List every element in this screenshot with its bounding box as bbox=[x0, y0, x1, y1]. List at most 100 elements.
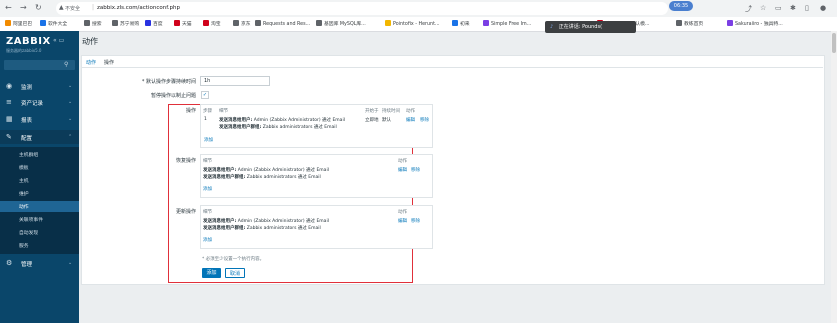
search-icon[interactable]: ⚲ bbox=[64, 61, 68, 68]
bookmark-item[interactable]: 淘宝 bbox=[203, 20, 221, 27]
col-action: 动作 bbox=[398, 159, 407, 164]
bookmark-item[interactable]: 教练首页 bbox=[676, 20, 703, 27]
op-start: 立即地 bbox=[365, 118, 379, 123]
bookmark-icon bbox=[483, 20, 489, 26]
recovery-label: 恢复操作 bbox=[175, 158, 196, 164]
add-button[interactable]: 添加 bbox=[202, 268, 221, 278]
forward-icon[interactable]: → bbox=[20, 3, 27, 12]
op-detail-line2: 发送消息给用户群组: Zabbix administrators 通过 Emai… bbox=[219, 125, 337, 130]
menu-configuration[interactable]: ✎ 配置 ⌃ bbox=[0, 130, 79, 144]
star-icon[interactable]: ☆ bbox=[760, 4, 766, 12]
bookmark-item[interactable]: 天猫 bbox=[174, 20, 192, 27]
chevron-down-icon: ⌄ bbox=[68, 260, 73, 266]
bookmark-item[interactable]: 百度 bbox=[145, 20, 163, 27]
extension-icon[interactable]: ▭ bbox=[775, 4, 782, 12]
bookmark-icon bbox=[385, 20, 391, 26]
bookmark-item[interactable]: Sakuraiiro - 独具特... bbox=[727, 20, 783, 27]
bookmark-icon bbox=[40, 20, 46, 26]
wrench-icon: ✎ bbox=[6, 133, 12, 141]
col-step: 步骤 bbox=[203, 109, 212, 114]
bookmark-item[interactable]: 苏宁易购 bbox=[112, 20, 139, 27]
bookmark-label: 苏宁易购 bbox=[120, 22, 140, 27]
bookmark-label: 教练首页 bbox=[684, 22, 704, 27]
col-details: 细节 bbox=[203, 210, 212, 215]
bookmark-label: 百度 bbox=[153, 22, 163, 27]
bookmark-label: 京东 bbox=[241, 22, 251, 27]
bookmark-item[interactable]: Pointofix - Herunt... bbox=[385, 20, 440, 27]
bookmark-item[interactable]: 软件大全 bbox=[40, 20, 67, 27]
menu-administration[interactable]: ⚙ 管理 ⌄ bbox=[0, 256, 79, 270]
reload-icon[interactable]: ↻ bbox=[35, 3, 42, 12]
col-details: 细节 bbox=[203, 159, 212, 164]
rec-remove-link[interactable]: 移除 bbox=[411, 167, 420, 173]
menu-reports[interactable]: ▦ 报表 ⌄ bbox=[0, 112, 79, 126]
op-add-link[interactable]: 添加 bbox=[204, 137, 213, 143]
submenu-templates[interactable]: 模板 bbox=[19, 164, 29, 171]
bookmark-item[interactable]: 京东 bbox=[233, 20, 251, 27]
menu-monitoring[interactable]: ◉ 监测 ⌄ bbox=[0, 79, 79, 93]
bookmark-label: 基因库 MySQL库... bbox=[324, 22, 366, 27]
puzzle-icon[interactable]: ✱ bbox=[790, 4, 796, 12]
chevron-down-icon: ⌄ bbox=[68, 99, 73, 105]
submenu-maintenance[interactable]: 维护 bbox=[19, 190, 29, 197]
url-text[interactable]: zabbix.zls.com/actionconf.php bbox=[97, 5, 180, 11]
bookmark-icon bbox=[233, 20, 239, 26]
submenu-actions[interactable]: 动作 bbox=[19, 203, 29, 210]
zabbix-logo[interactable]: ZABBIX bbox=[6, 36, 51, 47]
bookmark-item[interactable]: Requests and Res... bbox=[255, 20, 310, 27]
op-remove-link[interactable]: 移除 bbox=[420, 117, 429, 123]
submenu-host-groups[interactable]: 主机群组 bbox=[19, 151, 38, 158]
chart-icon: ▦ bbox=[6, 115, 13, 123]
bookmark-item[interactable]: 初来 bbox=[452, 20, 470, 27]
url-security-label: 不安全 bbox=[65, 6, 81, 12]
url-divider: | bbox=[92, 4, 95, 11]
time-badge: 06:35 bbox=[669, 1, 693, 11]
scrollbar[interactable] bbox=[831, 31, 837, 323]
submenu-services[interactable]: 服务 bbox=[19, 242, 29, 249]
collapse-sidebar-icon[interactable]: « ▭ bbox=[53, 37, 64, 44]
op-edit-link[interactable]: 编辑 bbox=[406, 117, 415, 123]
pause-label: 暂停操作以制止问题 bbox=[150, 93, 196, 99]
upd-detail-line2: 发送消息给用户群组: Zabbix administrators 通过 Emai… bbox=[203, 226, 321, 231]
list-icon: ≡ bbox=[6, 98, 12, 106]
bookmark-item[interactable]: 阿里巴巴 bbox=[5, 20, 32, 27]
bookmark-item[interactable]: Simple Free Im... bbox=[483, 20, 531, 27]
bookmark-icon bbox=[316, 20, 322, 26]
submenu-event-correlation[interactable]: 关联项事件 bbox=[19, 216, 43, 223]
tab-divider bbox=[81, 67, 823, 68]
bookmark-icon bbox=[676, 20, 682, 26]
scrollbar-thumb[interactable] bbox=[832, 33, 836, 53]
required-note: * 必须至少设置一个执行内容。 bbox=[202, 257, 265, 262]
tab-action[interactable]: 动作 bbox=[86, 59, 96, 66]
bookmark-label: Requests and Res... bbox=[263, 22, 311, 27]
pause-checkbox[interactable]: ✓ bbox=[201, 91, 209, 99]
duration-input[interactable]: 1h bbox=[200, 76, 270, 86]
back-icon[interactable]: ← bbox=[5, 3, 12, 12]
bookmark-label: 阿里巴巴 bbox=[13, 22, 33, 27]
op-duration: 默认 bbox=[382, 118, 391, 123]
voice-popup: ♪ 正在讲话: Pounds( bbox=[545, 21, 636, 33]
submenu-hosts[interactable]: 主机 bbox=[19, 177, 29, 184]
sidepanel-icon[interactable]: ▯ bbox=[805, 4, 809, 12]
profile-icon[interactable]: ● bbox=[820, 4, 826, 12]
upd-add-link[interactable]: 添加 bbox=[203, 237, 212, 243]
bookmark-item[interactable]: 搜索 bbox=[84, 20, 102, 27]
bookmark-icon bbox=[84, 20, 90, 26]
server-name: 服务器的zabbix5.0 bbox=[6, 48, 42, 53]
rec-add-link[interactable]: 添加 bbox=[203, 186, 212, 192]
share-icon[interactable]: ⤴ bbox=[745, 4, 752, 14]
bookmark-item[interactable]: 基因库 MySQL库... bbox=[316, 20, 366, 27]
col-duration: 持续时间 bbox=[382, 109, 400, 114]
rec-edit-link[interactable]: 编辑 bbox=[398, 167, 407, 173]
op-step: 1 bbox=[204, 117, 207, 122]
warning-icon: ▲ bbox=[59, 4, 64, 11]
col-start: 开始于 bbox=[365, 109, 379, 114]
submenu-discovery[interactable]: 自动发现 bbox=[19, 229, 38, 236]
menu-label: 管理 bbox=[21, 262, 33, 268]
col-action: 动作 bbox=[406, 109, 415, 114]
menu-inventory[interactable]: ≡ 资产记录 ⌄ bbox=[0, 95, 79, 109]
upd-edit-link[interactable]: 编辑 bbox=[398, 218, 407, 224]
cancel-button[interactable]: 取消 bbox=[225, 268, 245, 278]
upd-remove-link[interactable]: 移除 bbox=[411, 218, 420, 224]
chevron-down-icon: ⌄ bbox=[68, 116, 73, 122]
